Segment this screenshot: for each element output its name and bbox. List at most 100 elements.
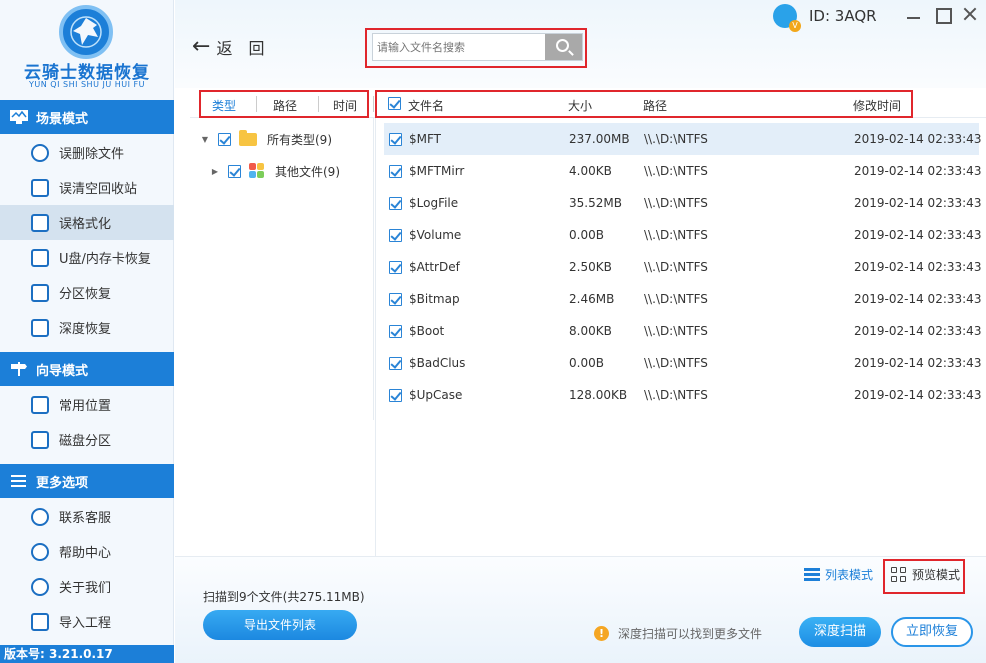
common-location-icon: [31, 395, 49, 414]
recover-now-button[interactable]: 立即恢复: [891, 617, 973, 647]
column-path[interactable]: 路径: [643, 97, 667, 114]
file-time: 2019-02-14 02:33:43: [854, 324, 982, 338]
sidebar: 云骑士数据恢复 YUN QI SHI SHU JU HUI FU 场景模式 误删…: [0, 0, 174, 663]
minimize-icon[interactable]: [904, 5, 922, 23]
file-time: 2019-02-14 02:33:43: [854, 164, 982, 178]
tree-node-all-types[interactable]: ▼ 所有类型(9): [200, 125, 384, 153]
grid-view-icon: [891, 566, 907, 583]
sidebar-item-label: 误清空回收站: [59, 182, 138, 197]
warning-icon: !: [594, 626, 609, 641]
sidebar-item-import-project[interactable]: 导入工程: [0, 604, 174, 639]
sidebar-item-deep-recover[interactable]: 深度恢复: [0, 310, 174, 345]
logo: 云骑士数据恢复 YUN QI SHI SHU JU HUI FU: [0, 0, 173, 98]
table-row[interactable]: $UpCase 128.00KB \\.\D:\NTFS 2019-02-14 …: [384, 379, 981, 411]
user-area: V ID: 3AQR: [773, 4, 877, 32]
column-modified-time[interactable]: 修改时间: [853, 97, 901, 114]
expand-down-icon[interactable]: ▼: [200, 135, 210, 144]
app-subtitle: YUN QI SHI SHU JU HUI FU: [29, 80, 145, 89]
row-checkbox[interactable]: [389, 261, 402, 274]
row-checkbox[interactable]: [389, 325, 402, 338]
tree-checkbox[interactable]: [218, 132, 231, 146]
list-mode-button[interactable]: 列表模式: [804, 566, 873, 583]
row-checkbox[interactable]: [389, 389, 402, 402]
column-filename[interactable]: 文件名: [408, 97, 444, 114]
table-row[interactable]: $BadClus 0.00B \\.\D:\NTFS 2019-02-14 02…: [384, 347, 981, 379]
expand-right-icon[interactable]: ▶: [210, 167, 220, 176]
row-checkbox[interactable]: [389, 133, 402, 146]
table-row[interactable]: $Volume 0.00B \\.\D:\NTFS 2019-02-14 02:…: [384, 219, 982, 251]
file-name: $MFTMirr: [409, 164, 465, 178]
search-input[interactable]: [377, 38, 542, 56]
back-button[interactable]: ← 返 回: [192, 35, 264, 59]
section-scene-mode[interactable]: 场景模式: [0, 100, 174, 134]
deleted-file-icon: [31, 143, 49, 162]
sidebar-item-deleted-file[interactable]: 误删除文件: [0, 135, 174, 170]
tree-tab-path[interactable]: 路径: [273, 97, 297, 114]
sidebar-item-label: U盘/内存卡恢复: [59, 252, 151, 267]
table-row[interactable]: $Boot 8.00KB \\.\D:\NTFS 2019-02-14 02:3…: [384, 315, 982, 347]
sidebar-item-partition[interactable]: 分区恢复: [0, 275, 174, 310]
row-checkbox[interactable]: [389, 357, 402, 370]
row-checkbox[interactable]: [389, 229, 402, 242]
file-size: 4.00KB: [569, 164, 612, 178]
sidebar-item-help[interactable]: 帮助中心: [0, 534, 174, 569]
row-checkbox[interactable]: [389, 165, 402, 178]
top-bar: ← 返 回 V ID: 3AQR: [175, 0, 986, 88]
folder-icon: [239, 129, 257, 146]
export-list-button[interactable]: 导出文件列表: [203, 610, 357, 640]
deep-scan-button[interactable]: 深度扫描: [799, 617, 881, 647]
file-size: 8.00KB: [569, 324, 612, 338]
sidebar-item-label: 导入工程: [59, 616, 112, 631]
file-size: 128.00KB: [569, 388, 628, 402]
sidebar-item-format[interactable]: 误格式化: [0, 205, 174, 240]
tree-tab-time[interactable]: 时间: [333, 97, 357, 114]
main-panel: ← 返 回 V ID: 3AQR 类型 路径 时间 文件名 大小 路径 修改时间: [175, 0, 986, 663]
file-path: \\.\D:\NTFS: [644, 388, 708, 402]
sidebar-item-usb-card[interactable]: U盘/内存卡恢复: [0, 240, 174, 275]
select-all-checkbox[interactable]: [388, 97, 401, 110]
file-name: $AttrDef: [409, 260, 460, 274]
tree-node-label: 所有类型(9): [267, 132, 332, 147]
row-checkbox[interactable]: [389, 197, 402, 210]
tree-checkbox[interactable]: [228, 164, 241, 178]
section-wizard-mode[interactable]: 向导模式: [0, 352, 174, 386]
table-row[interactable]: $MFT 237.00MB \\.\D:\NTFS 2019-02-14 02:…: [384, 123, 981, 155]
sidebar-item-disk-partition[interactable]: 磁盘分区: [0, 422, 174, 457]
type-tree: ▼ 所有类型(9) ▶ 其他文件(9): [190, 118, 374, 420]
table-row[interactable]: $Bitmap 2.46MB \\.\D:\NTFS 2019-02-14 02…: [384, 283, 981, 315]
sidebar-item-recycle-bin[interactable]: 误清空回收站: [0, 170, 174, 205]
file-time: 2019-02-14 02:33:43: [854, 260, 982, 274]
table-row[interactable]: $LogFile 35.52MB \\.\D:\NTFS 2019-02-14 …: [384, 187, 982, 219]
user-avatar-icon[interactable]: V: [773, 4, 801, 32]
file-time: 2019-02-14 02:33:43: [854, 228, 982, 242]
sidebar-item-label: 关于我们: [59, 581, 112, 596]
sidebar-item-about[interactable]: 关于我们: [0, 569, 174, 604]
other-files-icon: [249, 163, 265, 179]
column-size[interactable]: 大小: [568, 97, 592, 114]
sidebar-item-customer-service[interactable]: 联系客服: [0, 499, 174, 534]
tree-tab-type[interactable]: 类型: [212, 97, 236, 114]
column-header-row: 类型 路径 时间 文件名 大小 路径 修改时间: [190, 90, 986, 118]
file-path: \\.\D:\NTFS: [644, 292, 708, 306]
divider: [318, 96, 319, 112]
import-project-icon: [31, 612, 49, 631]
search-button[interactable]: [545, 34, 582, 60]
help-icon: [31, 542, 49, 561]
sidebar-item-label: 磁盘分区: [59, 434, 112, 449]
table-row[interactable]: $MFTMirr 4.00KB \\.\D:\NTFS 2019-02-14 0…: [384, 155, 982, 187]
row-checkbox[interactable]: [389, 293, 402, 306]
tree-node-other-files[interactable]: ▶ 其他文件(9): [210, 157, 394, 185]
menu-icon: [10, 474, 28, 488]
section-more-options[interactable]: 更多选项: [0, 464, 174, 498]
deep-scan-tip-text: 深度扫描可以找到更多文件: [618, 627, 763, 641]
sidebar-item-label: 深度恢复: [59, 322, 112, 337]
scan-status: 扫描到9个文件(共275.11MB): [203, 590, 365, 604]
file-time: 2019-02-14 02:33:43: [854, 196, 982, 210]
sidebar-item-common-location[interactable]: 常用位置: [0, 387, 174, 422]
preview-mode-button[interactable]: 预览模式: [891, 566, 960, 583]
file-path: \\.\D:\NTFS: [644, 164, 708, 178]
section-title: 更多选项: [36, 475, 89, 491]
table-row[interactable]: $AttrDef 2.50KB \\.\D:\NTFS 2019-02-14 0…: [384, 251, 982, 283]
close-icon[interactable]: [961, 5, 979, 23]
maximize-icon[interactable]: [933, 5, 952, 24]
